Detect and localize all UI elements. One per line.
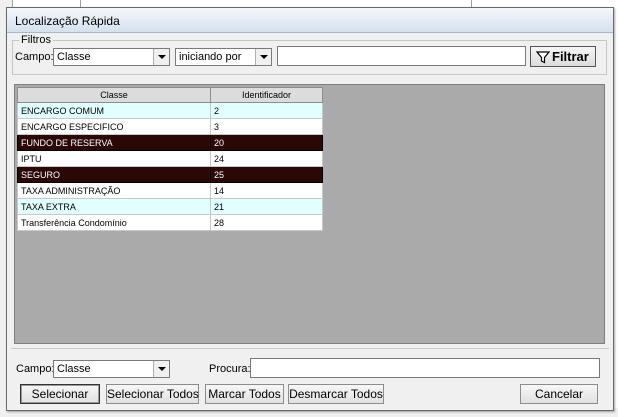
procura-input[interactable] xyxy=(250,358,600,378)
results-table: Classe Identificador ENCARGO COMUM 2 ENC… xyxy=(17,87,323,231)
bottom-campo-label: Campo: xyxy=(16,363,55,375)
cell-identificador: 28 xyxy=(210,214,323,231)
campo-label: Campo: xyxy=(15,51,54,63)
cell-classe: FUNDO DE RESERVA xyxy=(17,134,211,151)
selecionar-todos-button[interactable]: Selecionar Todos xyxy=(106,384,199,404)
results-grid[interactable]: Classe Identificador ENCARGO COMUM 2 ENC… xyxy=(14,84,605,344)
column-header-identificador[interactable]: Identificador xyxy=(210,87,323,103)
cell-identificador: 25 xyxy=(210,166,323,183)
table-row-selected[interactable]: SEGURO 25 xyxy=(17,166,323,183)
cancelar-button[interactable]: Cancelar xyxy=(520,384,598,404)
cell-identificador: 2 xyxy=(210,102,323,119)
cell-classe: TAXA EXTRA xyxy=(17,198,211,215)
window-title: Localização Rápida xyxy=(15,14,120,28)
modo-select[interactable]: iniciando por xyxy=(175,48,272,66)
selecionar-button[interactable]: Selecionar xyxy=(20,384,100,404)
filtros-legend: Filtros xyxy=(19,34,53,46)
cell-classe: Transferência Condomínio xyxy=(17,214,211,231)
bottom-separator xyxy=(11,348,609,349)
cell-classe: ENCARGO COMUM xyxy=(17,102,211,119)
procura-label: Procura: xyxy=(209,363,251,375)
bottom-campo-select[interactable]: Classe xyxy=(53,360,170,378)
table-row[interactable]: IPTU 24 xyxy=(17,150,323,167)
filtro-text-input[interactable] xyxy=(277,46,526,66)
bottom-campo-value: Classe xyxy=(57,363,91,375)
localizacao-rapida-dialog: Localização Rápida Filtros Campo: Classe… xyxy=(6,7,614,411)
title-bar[interactable]: Localização Rápida xyxy=(7,8,613,33)
table-row-selected[interactable]: FUNDO DE RESERVA 20 xyxy=(17,134,323,151)
table-row[interactable]: TAXA EXTRA 21 xyxy=(17,198,323,215)
chevron-down-icon[interactable] xyxy=(255,49,271,65)
cell-identificador: 3 xyxy=(210,118,323,135)
cell-classe: TAXA ADMINISTRAÇÃO xyxy=(17,182,211,199)
table-row[interactable]: Transferência Condomínio 28 xyxy=(17,214,323,231)
marcar-todos-button[interactable]: Marcar Todos xyxy=(205,384,284,404)
cell-identificador: 14 xyxy=(210,182,323,199)
cell-identificador: 24 xyxy=(210,150,323,167)
filtrar-button[interactable]: Filtrar xyxy=(530,46,596,67)
chevron-down-icon[interactable] xyxy=(153,361,169,377)
campo-select-value: Classe xyxy=(57,51,91,63)
filtrar-label: Filtrar xyxy=(552,49,589,64)
table-row[interactable]: TAXA ADMINISTRAÇÃO 14 xyxy=(17,182,323,199)
table-row[interactable]: ENCARGO ESPECIFICO 3 xyxy=(17,118,323,135)
cell-classe: SEGURO xyxy=(17,166,211,183)
cell-identificador: 21 xyxy=(210,198,323,215)
funnel-icon xyxy=(536,51,550,64)
chevron-down-icon[interactable] xyxy=(153,49,169,65)
column-header-classe[interactable]: Classe xyxy=(17,87,211,103)
cell-identificador: 20 xyxy=(210,134,323,151)
campo-select[interactable]: Classe xyxy=(53,48,170,66)
cell-classe: IPTU xyxy=(17,150,211,167)
desmarcar-todos-button[interactable]: Desmarcar Todos xyxy=(288,384,384,404)
table-row[interactable]: ENCARGO COMUM 2 xyxy=(17,102,323,119)
modo-select-value: iniciando por xyxy=(179,51,242,63)
cell-classe: ENCARGO ESPECIFICO xyxy=(17,118,211,135)
